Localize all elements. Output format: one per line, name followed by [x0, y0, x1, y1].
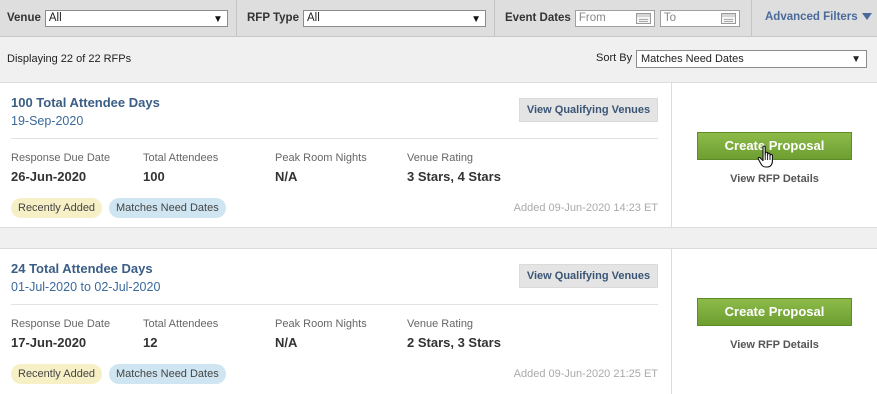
chevron-down-icon: ▼	[212, 13, 223, 25]
rfp-dates: 01-Jul-2020 to 02-Jul-2020	[11, 280, 161, 294]
recently-added-badge: Recently Added	[11, 198, 103, 218]
from-date-input[interactable]: From	[574, 9, 655, 27]
rfp-title[interactable]: 24 Total Attendee Days	[11, 261, 153, 276]
venue-select[interactable]: All ▼	[44, 9, 228, 27]
filter-bar: Venue All ▼ RFP Type All ▼ Event Dates F…	[0, 0, 877, 37]
sort-select-value: Matches Need Dates	[641, 53, 744, 65]
filter-divider	[236, 0, 237, 36]
peak-room-nights-label: Peak Room Nights	[275, 152, 367, 164]
venue-filter: Venue All ▼	[7, 0, 228, 36]
rfp-type-filter: RFP Type All ▼	[247, 0, 486, 36]
total-attendees-value: 100	[143, 169, 165, 184]
filter-divider	[494, 0, 495, 36]
view-qualifying-venues-button[interactable]: View Qualifying Venues	[519, 98, 658, 122]
response-due-value: 17-Jun-2020	[11, 335, 87, 350]
results-count: Displaying 22 of 22 RFPs	[7, 53, 132, 65]
advanced-filters-label: Advanced Filters	[765, 11, 858, 23]
response-due-label: Response Due Date	[11, 318, 111, 330]
response-due-value: 26-Jun-2020	[11, 169, 87, 184]
divider	[11, 138, 658, 139]
total-attendees-value: 12	[143, 335, 158, 350]
sort-label: Sort By	[596, 52, 633, 64]
chevron-down-icon: ▼	[851, 54, 861, 65]
calendar-icon[interactable]	[720, 12, 736, 24]
peak-room-nights-label: Peak Room Nights	[275, 318, 367, 330]
hand-cursor-icon	[757, 145, 773, 168]
view-qualifying-venues-button[interactable]: View Qualifying Venues	[519, 264, 658, 288]
response-due-label: Response Due Date	[11, 152, 111, 164]
event-dates-filter: Event Dates From To	[505, 0, 740, 36]
rfp-card: 100 Total Attendee Days 19-Sep-2020 View…	[0, 82, 877, 228]
venue-rating-value: 2 Stars, 3 Stars	[407, 335, 501, 350]
triangle-down-icon	[861, 13, 872, 20]
create-proposal-button[interactable]: Create Proposal	[697, 298, 852, 326]
total-attendees-label: Total Attendees	[143, 318, 219, 330]
rfp-actions: Create Proposal View RFP Details	[671, 249, 877, 394]
filter-divider	[751, 0, 752, 36]
chevron-down-icon: ▼	[471, 13, 481, 25]
recently-added-badge: Recently Added	[11, 364, 103, 384]
rfp-card: 24 Total Attendee Days 01-Jul-2020 to 02…	[0, 248, 877, 394]
matches-need-dates-badge: Matches Need Dates	[109, 364, 226, 384]
total-attendees-label: Total Attendees	[143, 152, 219, 164]
rfp-dates: 19-Sep-2020	[11, 114, 84, 128]
calendar-icon[interactable]	[635, 12, 651, 24]
rfp-title[interactable]: 100 Total Attendee Days	[11, 95, 160, 110]
divider	[11, 304, 658, 305]
rfp-type-select[interactable]: All ▼	[302, 9, 486, 27]
event-dates-label: Event Dates	[505, 12, 571, 24]
matches-need-dates-badge: Matches Need Dates	[109, 198, 226, 218]
venue-select-value: All	[48, 11, 62, 24]
venue-label: Venue	[7, 12, 41, 24]
results-header: Displaying 22 of 22 RFPs Sort By Matches…	[0, 37, 877, 81]
view-rfp-details-link[interactable]: View RFP Details	[697, 339, 852, 351]
peak-room-nights-value: N/A	[275, 335, 298, 350]
rfp-type-select-value: All	[306, 11, 320, 24]
to-date-placeholder: To	[663, 11, 676, 24]
venue-rating-label: Venue Rating	[407, 318, 474, 330]
from-date-placeholder: From	[578, 11, 606, 24]
venue-rating-value: 3 Stars, 4 Stars	[407, 169, 501, 184]
advanced-filters-toggle[interactable]: Advanced Filters	[765, 11, 872, 23]
rfp-actions: Create Proposal View RFP Details	[671, 83, 877, 227]
sort-select[interactable]: Matches Need Dates ▼	[636, 50, 867, 68]
peak-room-nights-value: N/A	[275, 169, 298, 184]
view-rfp-details-link[interactable]: View RFP Details	[697, 173, 852, 185]
rfp-type-label: RFP Type	[247, 12, 299, 24]
added-timestamp: Added 09-Jun-2020 14:23 ET	[513, 202, 658, 214]
added-timestamp: Added 09-Jun-2020 21:25 ET	[513, 368, 658, 380]
venue-rating-label: Venue Rating	[407, 152, 474, 164]
to-date-input[interactable]: To	[659, 9, 740, 27]
